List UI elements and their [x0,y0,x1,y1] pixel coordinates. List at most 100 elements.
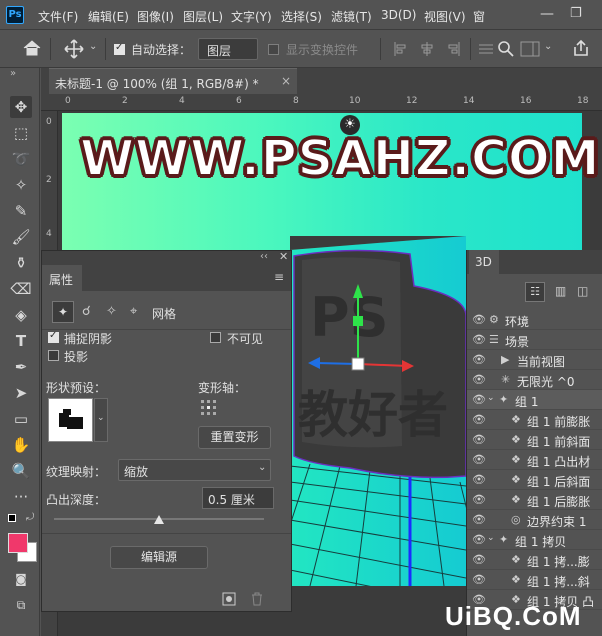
type-tool-icon[interactable]: T [10,330,32,352]
visibility-eye-icon[interactable]: 👁 [472,453,486,466]
visibility-eye-icon[interactable]: 👁 [472,413,486,426]
show-transform-checkbox[interactable] [268,44,279,55]
shape-preset-thumbnail[interactable] [48,398,93,442]
3d-layer-row[interactable]: 👁 ❖ 组 1 拷...膨 [467,550,602,570]
magic-wand-tool-icon[interactable]: ✧ [10,174,32,196]
foreground-color-swatch[interactable] [8,533,28,553]
menu-file[interactable]: 文件(F) [38,8,78,25]
auto-select-target-dropdown[interactable]: 图层 [198,38,258,60]
auto-select-checkbox[interactable] [114,42,125,55]
quick-mask-icon[interactable]: ◙ [10,568,32,590]
bucket-tool-icon[interactable]: ◈ [10,304,32,326]
edit-source-button[interactable]: 编辑源 [110,546,208,569]
whole-scene-filter-icon[interactable]: ☷ [525,282,545,302]
menu-window[interactable]: 窗 [473,8,485,25]
visibility-eye-icon[interactable]: 👁 [472,473,486,486]
light-source-icon[interactable]: ☀ [340,115,360,135]
menu-image[interactable]: 图像(I) [137,8,174,25]
reset-deform-button[interactable]: 重置变形 [198,426,271,449]
expand-chevron-icon[interactable]: ⌄ [487,533,495,543]
mesh-subtab-label[interactable]: 网格 [152,305,176,322]
visibility-eye-icon[interactable]: 👁 [472,353,486,366]
path-select-tool-icon[interactable]: ➤ [10,382,32,404]
3d-layer-row[interactable]: 👁 ❖ 组 1 后斜面 [467,470,602,490]
align-center-icon[interactable] [419,41,435,57]
document-tab[interactable]: 未标题-1 @ 100% (组 1, RGB/8#) * × [49,68,297,94]
marquee-tool-icon[interactable]: ⬚ [10,122,32,144]
align-left-icon[interactable] [393,41,409,57]
screen-mode-icon[interactable]: ⧉ [10,594,32,616]
shape-preset-dropdown[interactable]: ⌄ [94,398,108,442]
home-icon[interactable] [22,39,42,57]
default-colors-icon[interactable] [8,514,16,522]
deform-axis-icon[interactable] [200,399,218,417]
3d-layer-row[interactable]: 👁 ⚙ 环境 [467,310,602,330]
menu-type[interactable]: 文字(Y) [231,8,272,25]
move-tool-icon[interactable] [64,39,84,59]
3d-layer-row[interactable]: 👁 ❖ 组 1 前膨胀 [467,410,602,430]
share-icon[interactable] [572,39,590,57]
menu-view[interactable]: 视图(V) [424,8,466,25]
3d-layer-row[interactable]: 👁 ❖ 组 1 前斜面 [467,430,602,450]
3d-layer-row[interactable]: 👁 ☰ 场景 [467,330,602,350]
swap-colors-icon[interactable]: ⤾ [26,512,34,523]
brush-tool-icon[interactable]: 🖌 [10,226,32,248]
menu-filter[interactable]: 滤镜(T) [331,8,372,25]
menu-layer[interactable]: 图层(L) [183,8,223,25]
expand-chevron-icon[interactable]: ⌄ [487,393,495,403]
close-panel-icon[interactable]: ✕ [279,250,288,263]
visibility-eye-icon[interactable]: 👁 [472,573,486,586]
menu-3d[interactable]: 3D(D) [381,8,416,22]
visibility-eye-icon[interactable]: 👁 [472,313,486,326]
trash-icon[interactable] [250,592,264,606]
visibility-eye-icon[interactable]: 👁 [472,333,486,346]
render-icon[interactable] [222,592,236,606]
cast-shadows-checkbox[interactable] [48,350,59,361]
visibility-eye-icon[interactable]: 👁 [472,553,486,566]
pen-tool-icon[interactable]: ✒ [10,356,32,378]
visibility-eye-icon[interactable]: 👁 [472,393,486,406]
texture-mapping-dropdown[interactable]: 缩放 ⌄ [118,459,271,481]
visibility-eye-icon[interactable]: 👁 [472,373,486,386]
restore-button[interactable]: ❐ [570,6,590,21]
3d-layer-row[interactable]: 👁 ⌄ ✦ 组 1 拷贝 [467,530,602,550]
tab-properties[interactable]: 属性 [42,265,82,291]
eyedropper-tool-icon[interactable]: ✎ [10,200,32,222]
visibility-eye-icon[interactable]: 👁 [472,493,486,506]
invisible-checkbox[interactable] [210,332,221,343]
catch-shadows-checkbox[interactable] [48,330,59,343]
zoom-tool-icon[interactable]: 🔍 [10,460,32,482]
panel-menu-icon[interactable]: ≡ [274,270,284,284]
lasso-tool-icon[interactable]: ➰ [10,148,32,170]
search-icon[interactable] [497,40,515,58]
3d-layer-row[interactable]: 👁 ❖ 组 1 拷...斜 [467,570,602,590]
mesh-filter-icon[interactable]: ▥ [555,284,566,298]
rectangle-tool-icon[interactable]: ▭ [10,408,32,430]
move-tool-icon[interactable]: ✥ [10,96,32,118]
visibility-eye-icon[interactable]: 👁 [472,433,486,446]
coordinates-subtab-icon[interactable]: ⌖ [130,304,137,319]
deform-subtab-icon[interactable]: ☌ [82,304,91,319]
3d-layer-row[interactable]: 👁 ✳ 无限光 ^0 [467,370,602,390]
3d-layer-row[interactable]: 👁 ❖ 组 1 凸出材 [467,450,602,470]
horizontal-scrollbar[interactable] [366,586,466,596]
3d-layer-row[interactable]: 👁 ❖ 组 1 后膨胀 [467,490,602,510]
extrusion-depth-slider-thumb[interactable] [154,515,164,524]
collapse-arrows-icon[interactable]: » [10,68,16,79]
visibility-eye-icon[interactable]: 👁 [472,513,486,526]
3d-layer-row[interactable]: 👁 ◎ 边界约束 1 [467,510,602,530]
visibility-eye-icon[interactable]: 👁 [472,533,486,546]
stamp-tool-icon[interactable]: ⚱ [10,252,32,274]
3d-scene[interactable]: PS 教好者 [290,236,466,586]
3d-layer-row[interactable]: 👁 ⌄ ✦ 组 1 [467,390,602,410]
3d-layer-row[interactable]: 👁 ▶ 当前视图 [467,350,602,370]
cap-subtab-icon[interactable]: ✧ [106,304,117,319]
extrusion-depth-input[interactable]: 0.5 厘米 [202,487,274,509]
more-tools-icon[interactable]: ··· [10,486,32,508]
material-filter-icon[interactable]: ◫ [577,284,588,298]
panel-drag-bar[interactable]: ‹‹ ✕ [42,250,291,265]
chevron-down-icon[interactable]: ⌄ [544,41,552,52]
workspace-icon[interactable] [520,41,540,57]
align-right-icon[interactable] [445,41,461,57]
menu-edit[interactable]: 编辑(E) [88,8,129,25]
